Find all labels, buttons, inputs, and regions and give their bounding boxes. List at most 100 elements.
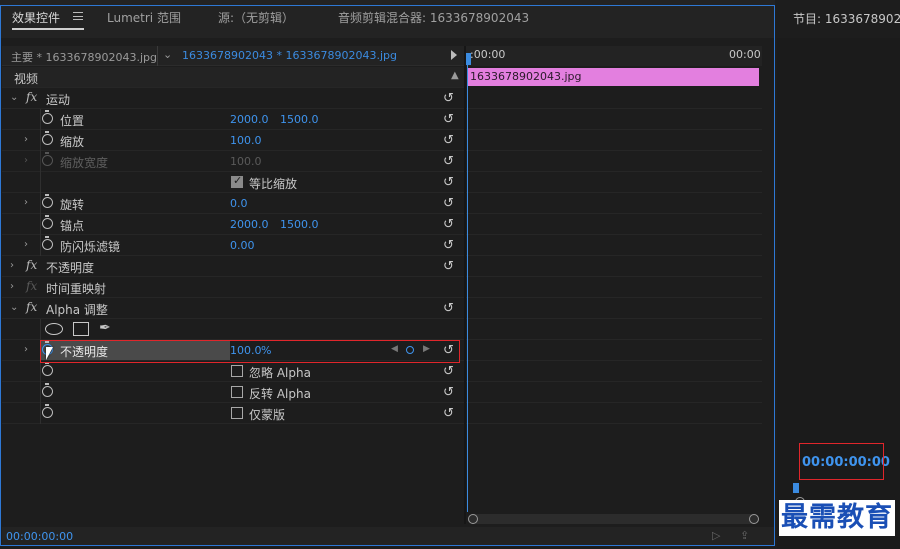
fx-icon[interactable]: fx	[26, 258, 37, 272]
rotation-value[interactable]: 0.0	[230, 197, 248, 210]
tab-effect-controls[interactable]: 效果控件	[12, 9, 60, 26]
clip-dropdown-chevron-icon[interactable]: ⌄	[163, 48, 172, 61]
uniform-scale-label: 等比缩放	[249, 177, 298, 191]
reset-icon[interactable]: ↺	[443, 133, 454, 148]
reset-icon[interactable]: ↺	[443, 259, 454, 274]
reset-icon[interactable]: ↺	[443, 385, 454, 400]
reset-icon[interactable]: ↺	[443, 406, 454, 421]
fx-icon[interactable]: fx	[26, 90, 37, 104]
timeline-ruler[interactable]: :00:00 00:00	[466, 46, 762, 66]
fx-icon[interactable]: fx	[26, 300, 37, 314]
playhead-line	[467, 64, 468, 512]
mask-only-label: 仅蒙版	[249, 408, 286, 422]
effect-time-remap: › fx 时间重映射	[2, 277, 464, 298]
tab-source[interactable]: 源:（无剪辑）	[218, 9, 294, 26]
invert-alpha-label: 反转 Alpha	[249, 387, 311, 401]
timeline-clip-bar[interactable]: 1633678902043.jpg	[467, 68, 759, 86]
video-section-label: 视频	[14, 72, 39, 86]
reset-icon[interactable]: ↺	[443, 364, 454, 379]
header-separator	[157, 46, 158, 66]
active-tab-underline	[12, 28, 84, 30]
prop-uniform-scale: 等比缩放 ↺	[2, 172, 464, 193]
effect-opacity: › fx 不透明度 ↺	[2, 256, 464, 277]
expand-chevron-icon[interactable]: ›	[24, 197, 28, 208]
tab-audio-clip-mixer[interactable]: 音频剪辑混合器: 1633678902043	[338, 9, 529, 26]
mask-only-checkbox[interactable]	[231, 407, 243, 419]
expand-chevron-icon[interactable]: ›	[24, 239, 28, 250]
watermark-logo: 最需教育	[779, 500, 895, 536]
scale-width-value: 100.0	[230, 155, 262, 168]
export-icon[interactable]: ⇪	[740, 529, 749, 542]
position-x-value[interactable]: 2000.0	[230, 113, 269, 126]
filter-icon[interactable]: ▷	[712, 529, 720, 542]
panel-menu-icon[interactable]	[73, 12, 83, 20]
opacity-effect-label: 不透明度	[46, 261, 95, 275]
prop-invert-alpha: 反转 Alpha ↺	[2, 382, 464, 403]
stopwatch-icon[interactable]	[42, 383, 53, 397]
stopwatch-icon[interactable]	[42, 404, 53, 418]
master-clip-label[interactable]: 主要 * 1633678902043.jpg	[11, 49, 157, 65]
timeline-grid	[466, 88, 762, 424]
reset-icon[interactable]: ↺	[443, 196, 454, 211]
time-remap-label: 时间重映射	[46, 282, 107, 296]
expand-chevron-icon[interactable]: ⌄	[10, 302, 18, 313]
reset-icon[interactable]: ↺	[443, 175, 454, 190]
alpha-adjust-label: Alpha 调整	[46, 303, 108, 317]
reset-icon[interactable]: ↺	[443, 91, 454, 106]
expand-chevron-icon[interactable]: ›	[10, 281, 14, 292]
uniform-scale-checkbox[interactable]	[231, 174, 243, 188]
sequence-clip-label[interactable]: 1633678902043 * 1633678902043.jpg	[182, 49, 397, 62]
expand-chevron-icon[interactable]: ›	[10, 260, 14, 271]
effect-controls-footer: 00:00:00:00 ▷ ⇪	[2, 527, 774, 545]
effect-alpha-adjust: ⌄ fx Alpha 调整 ↺	[2, 298, 464, 319]
stopwatch-icon[interactable]	[42, 194, 53, 208]
effect-controls-header: 主要 * 1633678902043.jpg ⌄ 1633678902043 *…	[2, 46, 464, 66]
panel-tab-bar: 效果控件 Lumetri 范围 源:（无剪辑） 音频剪辑混合器: 1633678…	[0, 0, 775, 38]
invert-alpha-checkbox[interactable]	[231, 386, 243, 398]
current-time-display[interactable]: 00:00:00:00	[6, 530, 73, 543]
stopwatch-icon	[42, 152, 53, 166]
prop-scale-width: › 缩放宽度 100.0 ↺	[2, 151, 464, 172]
prop-mask-only: 仅蒙版 ↺	[2, 403, 464, 424]
timeline-start-time: :00:00	[470, 48, 506, 61]
timecode-highlight-box	[799, 443, 884, 480]
prop-anchor: 锚点 2000.0 1500.0 ↺	[2, 214, 464, 235]
effect-motion: ⌄ fx 运动 ↺	[2, 88, 464, 109]
reset-icon[interactable]: ↺	[443, 301, 454, 316]
expand-chevron-icon[interactable]: ›	[24, 134, 28, 145]
playhead-handle[interactable]	[466, 53, 471, 65]
stopwatch-icon[interactable]	[42, 215, 53, 229]
timeline-zoom-scrollbar[interactable]	[468, 514, 759, 524]
prop-label: 锚点	[60, 219, 85, 233]
reset-icon[interactable]: ↺	[443, 154, 454, 169]
opacity-row-highlight-box	[40, 340, 460, 363]
program-monitor-title[interactable]: 节目: 1633678902043	[793, 10, 900, 27]
prop-scale: › 缩放 100.0 ↺	[2, 130, 464, 151]
prop-flicker: › 防闪烁滤镜 0.00 ↺	[2, 235, 464, 256]
flicker-value[interactable]: 0.00	[230, 239, 255, 252]
reset-icon[interactable]: ↺	[443, 238, 454, 253]
reset-icon[interactable]: ↺	[443, 217, 454, 232]
anchor-y-value[interactable]: 1500.0	[280, 218, 319, 231]
position-y-value[interactable]: 1500.0	[280, 113, 319, 126]
collapse-up-icon[interactable]: ▲	[451, 70, 459, 81]
stopwatch-icon[interactable]	[42, 362, 53, 376]
program-playhead[interactable]	[793, 483, 799, 493]
rectangle-mask-icon[interactable]	[73, 322, 89, 336]
expand-chevron-icon[interactable]: ›	[24, 344, 28, 355]
fx-icon: fx	[26, 279, 38, 293]
toggle-timeline-icon[interactable]	[451, 50, 457, 60]
stopwatch-icon[interactable]	[42, 131, 53, 145]
stopwatch-icon[interactable]	[42, 110, 53, 124]
tab-lumetri-scopes[interactable]: Lumetri 范围	[107, 9, 181, 26]
ignore-alpha-checkbox[interactable]	[231, 365, 243, 377]
prop-ignore-alpha: 忽略 Alpha ↺	[2, 361, 464, 382]
stopwatch-icon[interactable]	[42, 236, 53, 250]
anchor-x-value[interactable]: 2000.0	[230, 218, 269, 231]
pen-mask-icon[interactable]: ✒	[99, 320, 111, 336]
ellipse-mask-icon[interactable]	[45, 323, 63, 335]
scale-value[interactable]: 100.0	[230, 134, 262, 147]
expand-chevron-icon[interactable]: ⌄	[10, 92, 18, 103]
reset-icon[interactable]: ↺	[443, 112, 454, 127]
prop-label: 防闪烁滤镜	[60, 240, 121, 254]
